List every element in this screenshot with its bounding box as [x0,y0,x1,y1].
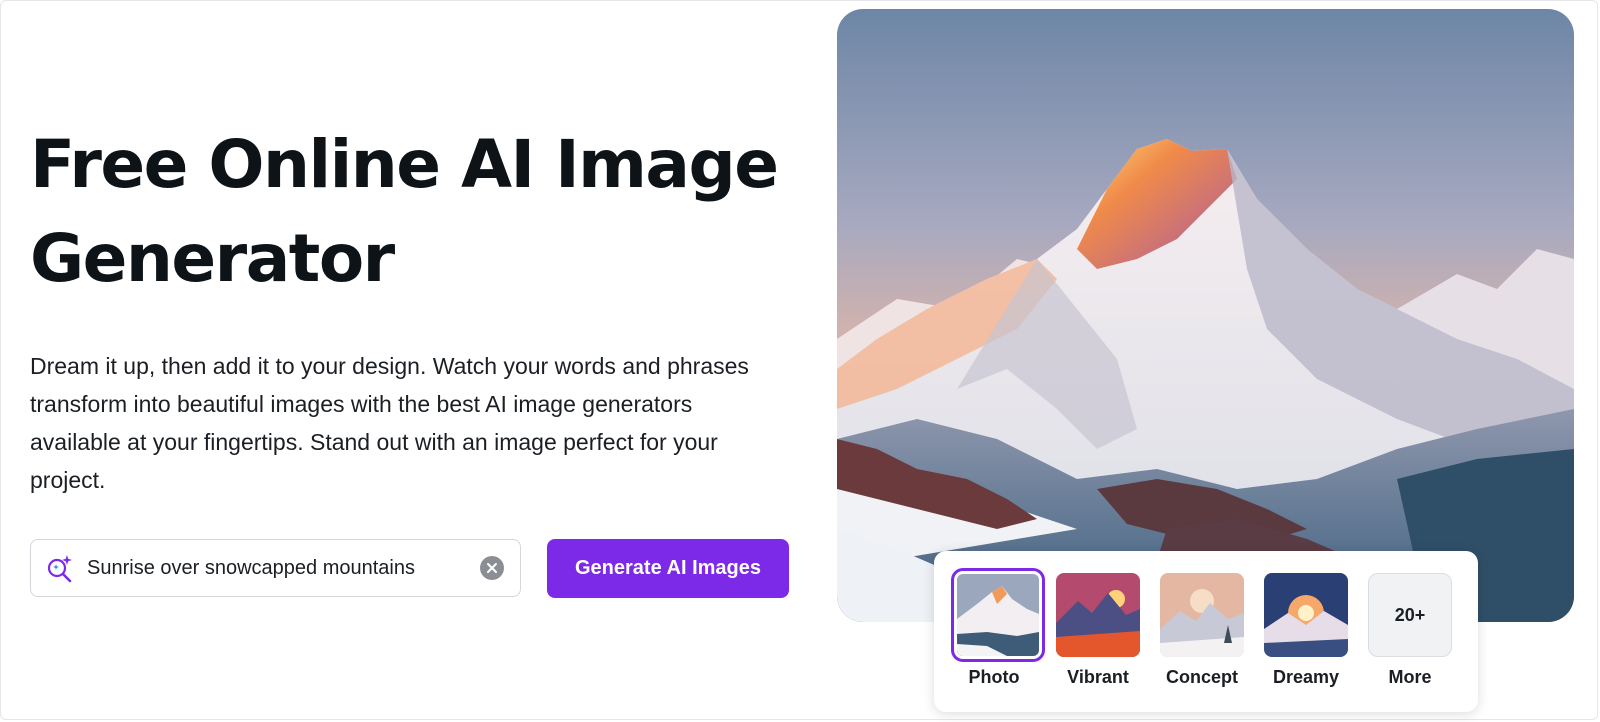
style-thumbnail-dreamy [1264,573,1348,657]
style-option-concept[interactable]: Concept [1159,573,1245,688]
clear-icon[interactable] [480,556,504,580]
style-label-concept: Concept [1166,667,1238,687]
style-label-more: More [1388,667,1432,687]
style-selector-panel: Photo Vibrant Concept Dreamy 20+ More [934,551,1478,712]
style-thumbnail-vibrant [1056,573,1140,657]
style-option-photo[interactable]: Photo [951,568,1045,688]
more-styles-badge: 20+ [1368,573,1452,657]
prompt-field[interactable] [30,539,521,597]
hero-description: Dream it up, then add it to your design.… [30,353,749,493]
generate-ai-images-button[interactable]: Generate AI Images [547,539,789,598]
style-label-vibrant: Vibrant [1067,667,1129,687]
style-option-vibrant[interactable]: Vibrant [1055,573,1141,688]
style-label-photo: Photo [968,667,1020,687]
magic-search-icon [43,551,77,585]
page-title: Free Online AI Image Generator [30,118,790,306]
style-thumbnail-concept [1160,573,1244,657]
style-thumbnail-photo [951,568,1045,662]
style-label-dreamy: Dreamy [1272,667,1340,687]
title-line-1: Free Online AI Image [30,126,779,203]
hero-mountain-image [837,9,1574,622]
style-option-more[interactable]: 20+ More [1367,573,1453,688]
title-line-2: Generator [30,220,395,297]
style-option-dreamy[interactable]: Dreamy [1263,573,1349,688]
prompt-input[interactable] [87,556,480,580]
